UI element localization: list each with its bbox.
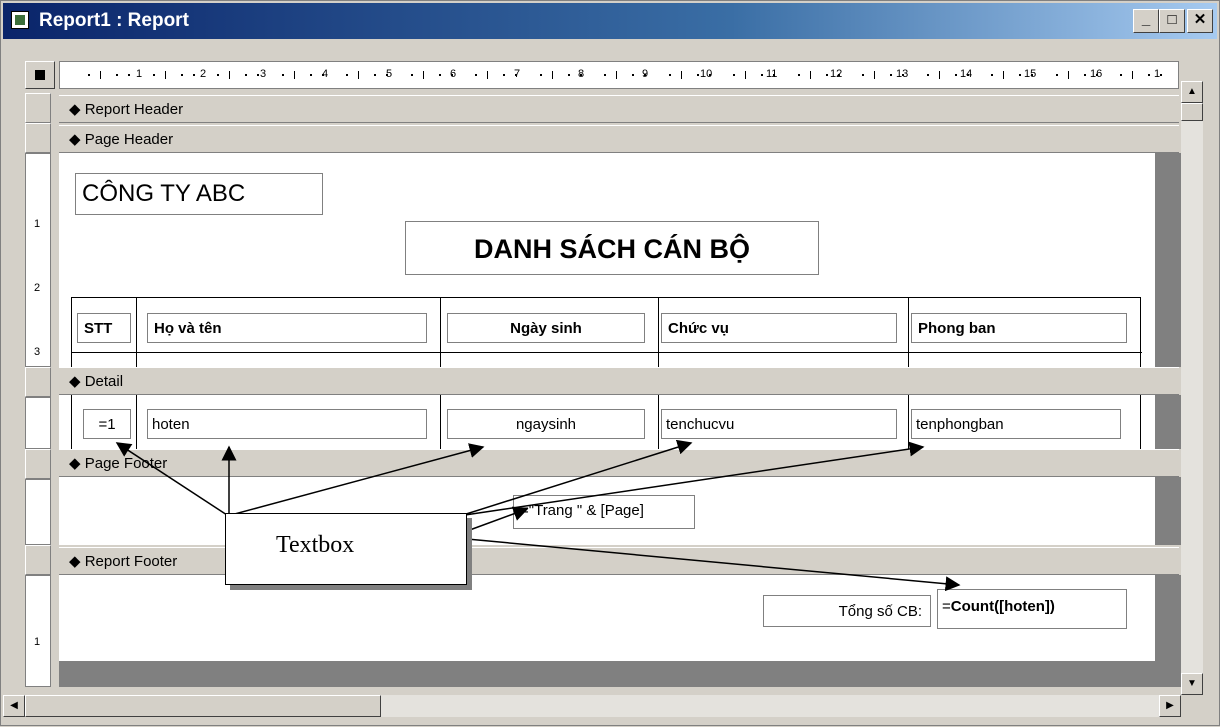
arrow-to-chucvu <box>462 439 693 516</box>
scroll-left-icon[interactable]: ◀ <box>3 695 25 717</box>
scroll-down-icon[interactable]: ▼ <box>1181 673 1203 695</box>
arrow-to-count <box>466 538 961 592</box>
textbox-callout: Textbox <box>225 513 467 585</box>
vertical-scroll-thumb[interactable] <box>1181 103 1203 121</box>
callout-arrows <box>115 439 961 592</box>
vertical-scrollbar[interactable]: ▲ ▼ <box>1181 81 1203 695</box>
arrow-to-ngaysinh <box>230 443 485 516</box>
size-grip[interactable] <box>1181 695 1203 717</box>
arrow-to-phongban <box>464 441 925 516</box>
callout-label: Textbox <box>276 532 355 558</box>
horizontal-scrollbar[interactable]: ◀ ▶ <box>3 695 1181 717</box>
horizontal-scroll-thumb[interactable] <box>25 695 381 717</box>
scroll-right-icon[interactable]: ▶ <box>1159 695 1181 717</box>
arrow-to-stt <box>115 442 228 516</box>
arrow-to-page-number <box>466 506 529 532</box>
scroll-up-icon[interactable]: ▲ <box>1181 81 1203 103</box>
report-window: Report1 : Report _ □ ✕ 1 2 3 4 5 6 7 8 9… <box>0 0 1220 726</box>
